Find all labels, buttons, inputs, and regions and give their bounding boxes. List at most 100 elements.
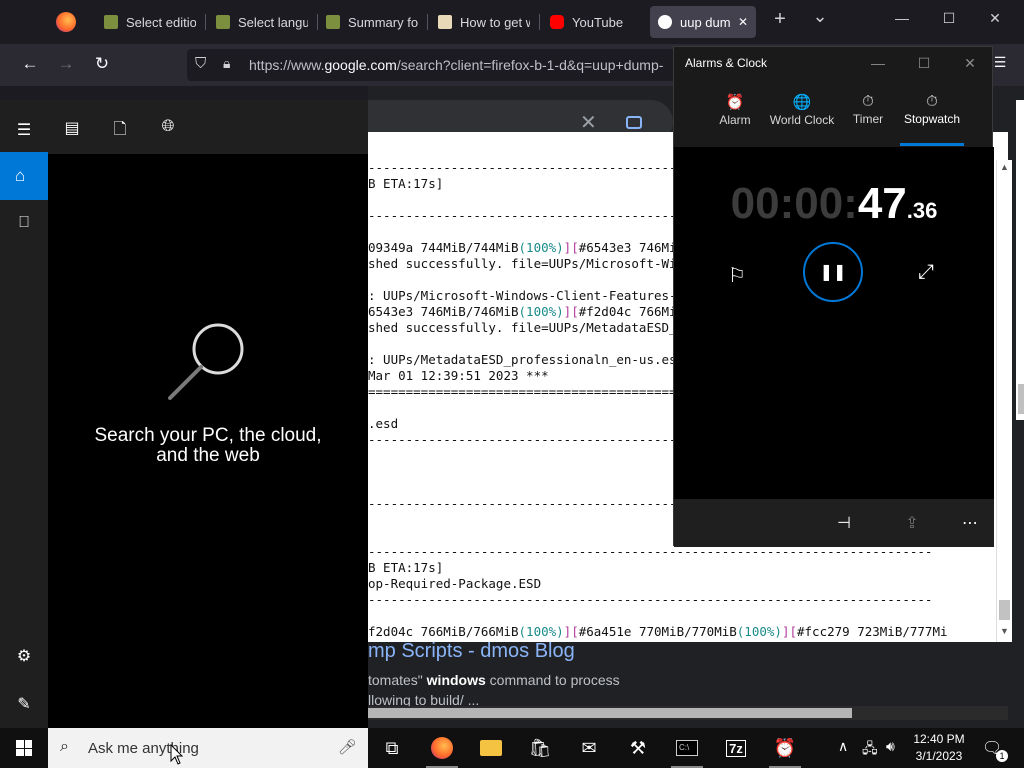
tab-uup-dump[interactable]: uup dump ✕ <box>650 6 756 38</box>
url-bar[interactable]: ⛉ 🔒︎ https://www.google.com/search?clien… <box>187 49 687 81</box>
ba-site-icon <box>438 15 452 29</box>
firefox-taskbar-icon[interactable] <box>418 728 466 768</box>
feedback-icon[interactable]: ✎ <box>12 694 36 714</box>
more-options-icon[interactable]: ⋯ <box>958 513 982 533</box>
google-icon <box>658 15 672 29</box>
stopwatch-display: 00:00:47.36 <box>730 179 938 228</box>
alarms-clock-window: Alarms & Clock — ☐ ✕ ⏰ Alarm 🌐 World Clo… <box>673 46 994 547</box>
store-icon[interactable]: 🛍︎ <box>516 728 564 768</box>
cortana-filter-bar: ▤ 🗋 🌐︎ <box>48 100 368 154</box>
documents-filter-icon[interactable]: 🗋 <box>108 118 132 145</box>
lap-flag-button[interactable]: ⚐ <box>728 263 746 288</box>
tab-youtube[interactable]: YouTube <box>542 6 642 38</box>
alarms-minimize-icon[interactable]: — <box>868 55 888 71</box>
new-tab-icon[interactable]: + <box>768 8 792 31</box>
nav-stopwatch[interactable]: ⏱ Stopwatch <box>892 93 972 126</box>
horizontal-scrollbar[interactable] <box>368 706 1008 720</box>
taskbar-search-box[interactable]: ⌕ 🎤︎ <box>48 728 368 768</box>
installer-icon[interactable]: ⚒ <box>614 728 662 768</box>
terminal-line: B ETA:17s] <box>368 560 444 575</box>
scrollbar-thumb[interactable] <box>999 600 1010 620</box>
page-scrollbar-track[interactable] <box>1016 100 1024 420</box>
expand-icon[interactable]: ⤢ <box>918 261 934 284</box>
start-button[interactable] <box>0 728 48 768</box>
lens-camera-icon[interactable] <box>626 116 642 129</box>
close-tab-icon[interactable]: ✕ <box>738 15 748 29</box>
firefox-view-icon[interactable] <box>56 12 76 32</box>
url-text[interactable]: https://www.google.com/search?client=fir… <box>249 57 663 73</box>
taskbar-search-input[interactable] <box>88 737 338 759</box>
system-clock[interactable]: 12:40 PM 3/1/2023 <box>906 731 972 765</box>
search-magnifier-icon <box>168 323 244 400</box>
stopwatch-panel: 00:00:47.36 ⚐ ❚❚ ⤢ <box>674 147 994 499</box>
tab-divider <box>539 14 540 30</box>
cortana-message: Search your PC, the cloud, and the web <box>94 425 322 466</box>
cortana-sidebar: ☰ ⌂ ⎕ ⚙ ✎ <box>0 100 48 728</box>
list-all-tabs-icon[interactable]: ⌄ <box>808 6 832 27</box>
back-icon[interactable]: ← <box>18 54 42 74</box>
scroll-up-icon[interactable]: ▲ <box>1000 162 1009 172</box>
seven-zip-icon[interactable]: 7z <box>712 728 760 768</box>
cortana-search-panel: ☰ ⌂ ⎕ ⚙ ✎ ▤ 🗋 🌐︎ Search your PC, the clo… <box>0 100 368 728</box>
hamburger-menu-icon[interactable]: ☰ <box>12 120 36 140</box>
horizontal-scrollbar-thumb[interactable] <box>368 708 852 718</box>
home-icon: ⌂ <box>15 166 26 185</box>
active-tab-indicator <box>900 143 964 146</box>
notification-badge: 1 <box>996 750 1008 762</box>
tab-divider <box>427 14 428 30</box>
reload-icon[interactable]: ↻ <box>90 54 114 74</box>
uup-dump-icon <box>326 15 340 29</box>
result-title-link[interactable]: mp Scripts - dmos Blog <box>368 640 575 663</box>
task-view-icon[interactable]: ⧉ <box>368 728 416 768</box>
stopwatch-icon: ⏱ <box>926 93 938 110</box>
tab-select-language[interactable]: Select langu <box>208 6 308 38</box>
mouse-cursor <box>170 744 184 765</box>
uup-dump-icon <box>104 15 118 29</box>
show-hidden-icons-icon[interactable]: ∧ <box>838 738 848 755</box>
shield-icon[interactable]: ⛉ <box>195 55 206 72</box>
alarms-clock-taskbar-icon[interactable]: ⏰ <box>761 728 809 768</box>
firefox-icon <box>431 737 453 759</box>
tab-select-edition[interactable]: Select editio <box>96 6 196 38</box>
home-button[interactable]: ⌂ <box>0 152 48 200</box>
alarms-footer: ⊣ ⇪ ⋯ <box>674 499 994 547</box>
notebook-icon[interactable]: ⎕ <box>12 214 36 232</box>
alarms-window-title: Alarms & Clock <box>685 56 768 70</box>
page-scrollbar-thumb[interactable] <box>1018 384 1024 414</box>
apps-filter-icon[interactable]: ▤ <box>60 118 84 138</box>
tab-summary[interactable]: Summary fo <box>318 6 418 38</box>
terminal-line: f2d04c 766MiB/766MiB(100%)][#6a451e 770M… <box>368 624 948 639</box>
result-snippet: tomates" windows command to process llow… <box>368 672 620 708</box>
close-window-icon[interactable]: ✕ <box>983 10 1007 27</box>
pause-icon: ❚❚ <box>819 264 847 281</box>
share-icon[interactable]: ⇪ <box>900 513 924 533</box>
minimize-icon[interactable]: — <box>890 10 914 26</box>
pause-button[interactable]: ❚❚ <box>803 242 863 302</box>
microphone-icon[interactable]: 🎤︎ <box>338 738 357 756</box>
web-filter-icon[interactable]: 🌐︎ <box>156 118 180 136</box>
forward-icon[interactable]: → <box>54 54 78 74</box>
browser-tab-strip: Select editio Select langu Summary fo Ho… <box>0 0 1024 44</box>
settings-icon[interactable]: ⚙ <box>12 646 36 666</box>
tab-divider <box>205 14 206 30</box>
lock-icon[interactable]: 🔒︎ <box>223 55 230 72</box>
terminal-line: op-Required-Package.ESD <box>368 576 542 591</box>
maximize-icon[interactable]: ☐ <box>937 10 961 27</box>
taskbar: ⌕ 🎤︎ ⧉ 🛍︎ ✉ ⚒ C:\ 7z ⏰ ∧ 🖧︎ 🔊︎ 12:40 PM … <box>0 728 1024 768</box>
file-explorer-icon[interactable] <box>467 728 515 768</box>
mail-icon[interactable]: ✉ <box>565 728 613 768</box>
network-icon[interactable]: 🖧︎ <box>862 738 878 762</box>
alarms-nav: ⏰ Alarm 🌐 World Clock ⏱ Timer ⏱ Stopwatc… <box>674 85 994 147</box>
tab-how-to-get[interactable]: How to get w <box>430 6 530 38</box>
uup-dump-icon <box>216 15 230 29</box>
alarms-maximize-icon[interactable]: ☐ <box>914 55 934 72</box>
alarms-close-icon[interactable]: ✕ <box>960 55 980 72</box>
search-icon: ⌕ <box>60 738 69 755</box>
pin-to-start-icon[interactable]: ⊣ <box>832 513 856 533</box>
terminal-scrollbar[interactable]: ▲ ▼ <box>996 160 1012 642</box>
scroll-down-icon[interactable]: ▼ <box>1000 626 1009 636</box>
command-prompt-icon[interactable]: C:\ <box>663 728 711 768</box>
youtube-icon <box>550 15 564 29</box>
volume-icon[interactable]: 🔊︎ <box>886 738 895 755</box>
